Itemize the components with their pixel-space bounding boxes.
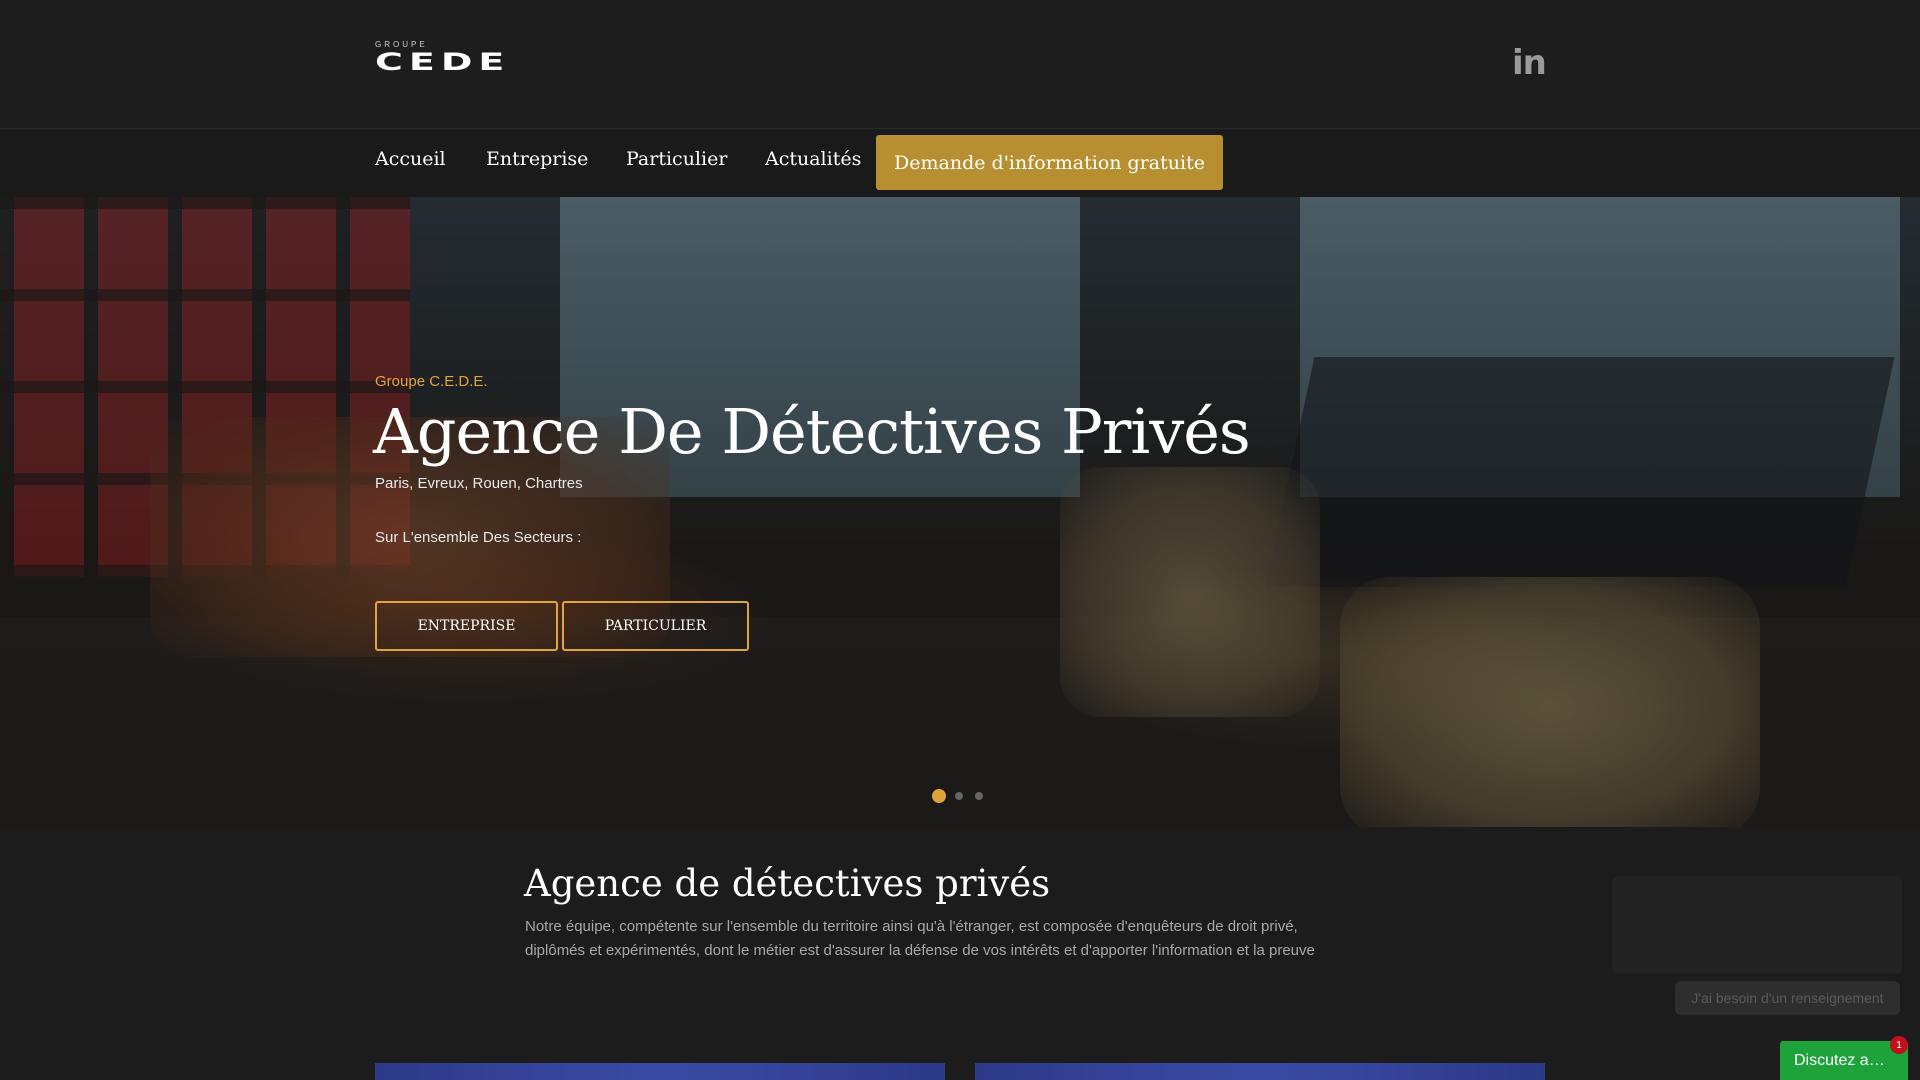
slider-dot[interactable] [932,789,946,803]
nav-item-particulier[interactable]: Particulier [626,148,727,170]
hero-background-desk [1265,357,1895,587]
chat-unread-badge: 1 [1890,1036,1908,1054]
slider-dot[interactable] [955,792,963,800]
free-information-request-button[interactable]: Demande d'information gratuite [876,135,1223,190]
nav-item-entreprise[interactable]: Entreprise [486,148,588,170]
chat-message-bubble [1612,876,1902,974]
linkedin-icon[interactable]: in [1512,46,1547,80]
hero-eyebrow: Groupe C.E.D.E. [375,373,488,390]
section-description-line: Notre équipe, compétente sur l'ensemble … [525,918,1298,935]
nav-item-accueil[interactable]: Accueil [375,148,446,170]
top-header: GROUPE CEDE in [0,0,1920,129]
chat-launcher-button[interactable]: Discutez a… [1780,1041,1908,1080]
entreprise-button[interactable]: ENTREPRISE [375,601,558,651]
hero-slider: Groupe C.E.D.E. Agence De Détectives Pri… [0,197,1920,827]
hero-sectors-label: Sur L'ensemble Des Secteurs : [375,529,582,546]
logo[interactable]: GROUPE CEDE [375,40,557,86]
chat-suggestion-button[interactable]: J'ai besoin d'un renseignement [1675,981,1900,1015]
hero-title: Agence De Détectives Privés [373,395,1251,468]
hero-background-armchair [1060,467,1320,717]
slider-dots [932,789,988,803]
section-title: Agence de détectives privés [524,862,1051,905]
section-description-line: diplômés et expérimentés, dont le métier… [525,942,1315,959]
main-navigation: Accueil Entreprise Particulier Actualité… [0,130,1920,197]
nav-item-actualites[interactable]: Actualités [765,148,861,170]
hero-background-armchair [1340,577,1760,827]
service-card-image[interactable] [975,1063,1545,1080]
hero-locations: Paris, Evreux, Rouen, Chartres [375,475,583,492]
logo-text: CEDE [375,48,511,76]
slider-dot[interactable] [975,792,983,800]
service-card-image[interactable] [375,1063,945,1080]
particulier-button[interactable]: PARTICULIER [562,601,749,651]
section-description: Notre équipe, compétente sur l'ensemble … [525,915,1385,963]
